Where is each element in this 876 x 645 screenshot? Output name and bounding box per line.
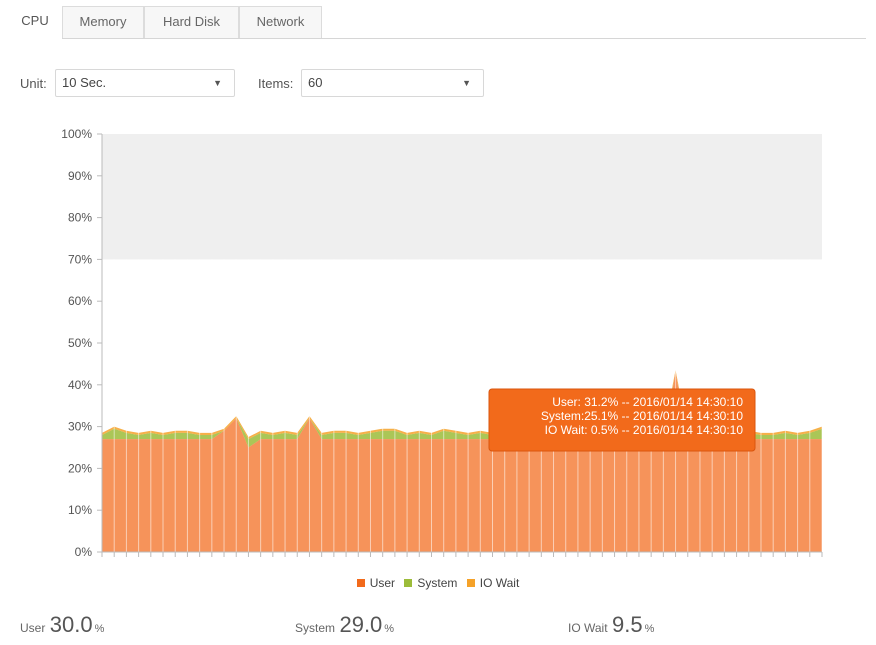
stat-system-label: System xyxy=(295,621,336,635)
y-tick-label: 40% xyxy=(68,378,92,392)
unit-select[interactable]: 10 Sec. ▼ xyxy=(55,69,235,97)
y-tick-label: 20% xyxy=(68,461,92,475)
legend-swatch-io-wait xyxy=(466,579,475,587)
y-tick-label: 90% xyxy=(68,169,92,183)
chart-legend: User System IO Wait xyxy=(0,576,876,590)
tooltip-line: IO Wait: 0.5% -- 2016/01/14 14:30:10 xyxy=(545,423,744,437)
unit-select-value: 10 Sec. xyxy=(62,75,107,90)
tab-memory[interactable]: Memory xyxy=(62,6,144,38)
chevron-down-icon: ▼ xyxy=(213,78,222,88)
stat-system: System 29.0% xyxy=(295,612,394,638)
legend-swatch-system xyxy=(404,579,413,587)
stat-user-unit: % xyxy=(94,623,105,635)
stat-io-wait-label: IO Wait xyxy=(568,621,608,635)
legend-label-io-wait: IO Wait xyxy=(479,576,520,590)
tab-cpu[interactable]: CPU xyxy=(8,6,62,39)
legend-label-user: User xyxy=(369,576,396,590)
legend-label-system: System xyxy=(417,576,458,590)
cpu-usage-chart: 0% 10% 20% 30% 40% 50% 60% 70% 80% 90% 100% User: 3… xyxy=(61,127,823,559)
y-tick-label: 0% xyxy=(75,545,93,559)
legend-item-system[interactable]: System xyxy=(404,576,457,590)
tab-bar: CPU Memory Hard Disk Network xyxy=(8,6,866,39)
stat-io-wait: IO Wait 9.5% xyxy=(568,612,654,638)
stat-user-label: User xyxy=(20,621,46,635)
tooltip-line: User: 31.2% -- 2016/01/14 14:30:10 xyxy=(552,395,743,409)
stat-user: User 30.0% xyxy=(20,612,104,638)
y-tick-label: 70% xyxy=(68,252,92,266)
legend-item-user[interactable]: User xyxy=(356,576,396,590)
chevron-down-icon: ▼ xyxy=(462,78,471,88)
tab-network[interactable]: Network xyxy=(239,6,322,38)
tab-hard-disk[interactable]: Hard Disk xyxy=(144,6,239,38)
y-tick-label: 50% xyxy=(68,336,92,350)
y-tick-label: 10% xyxy=(68,503,92,517)
y-tick-label: 80% xyxy=(68,211,92,225)
stat-system-value: 29.0 xyxy=(339,612,383,637)
legend-item-io-wait[interactable]: IO Wait xyxy=(466,576,520,590)
plot-band xyxy=(102,134,822,260)
unit-label: Unit: xyxy=(20,76,47,91)
stat-user-value: 30.0 xyxy=(49,612,93,637)
items-select[interactable]: 60 ▼ xyxy=(301,69,484,97)
y-tick-label: 30% xyxy=(68,420,92,434)
stat-system-unit: % xyxy=(384,623,395,635)
stat-io-wait-unit: % xyxy=(644,623,655,635)
y-tick-label: 60% xyxy=(68,294,92,308)
items-select-value: 60 xyxy=(308,75,323,90)
y-tick-label: 100% xyxy=(61,127,92,141)
tooltip-line: System:25.1% -- 2016/01/14 14:30:10 xyxy=(541,409,743,423)
items-label: Items: xyxy=(258,76,294,91)
legend-swatch-user xyxy=(356,579,365,587)
stat-io-wait-value: 9.5 xyxy=(612,612,643,637)
